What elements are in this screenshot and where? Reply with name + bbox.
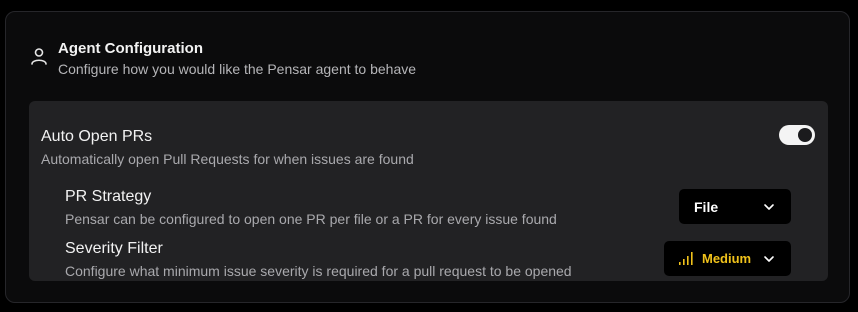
severity-filter-select[interactable]: Medium [664,241,791,276]
section-title: Agent Configuration [58,40,203,57]
section-subtitle: Configure how you would like the Pensar … [58,61,417,77]
severity-filter-title: Severity Filter [65,240,163,257]
severity-filter-description: Configure what minimum issue severity is… [65,263,572,279]
auto-open-prs-panel: Auto Open PRs Automatically open Pull Re… [29,101,828,281]
pr-strategy-value: File [694,198,719,215]
agent-configuration-card: Agent Configuration Configure how you wo… [5,11,850,303]
auto-open-prs-title: Auto Open PRs [41,128,153,145]
severity-filter-value: Medium [702,251,752,266]
pr-strategy-select[interactable]: File [679,189,791,224]
auto-open-prs-description: Automatically open Pull Requests for whe… [41,151,414,167]
header-text: Agent Configuration Configure how you wo… [58,40,416,78]
toggle-knob [798,128,812,142]
auto-open-prs-toggle[interactable] [779,125,815,145]
severity-bars-icon [679,252,693,265]
pr-strategy-description: Pensar can be configured to open one PR … [65,211,557,227]
user-icon [31,48,47,65]
chevron-down-icon [764,255,774,262]
pr-strategy-title: PR Strategy [65,188,152,205]
section-header: Agent Configuration Configure how you wo… [30,40,416,78]
chevron-down-icon [764,203,774,210]
